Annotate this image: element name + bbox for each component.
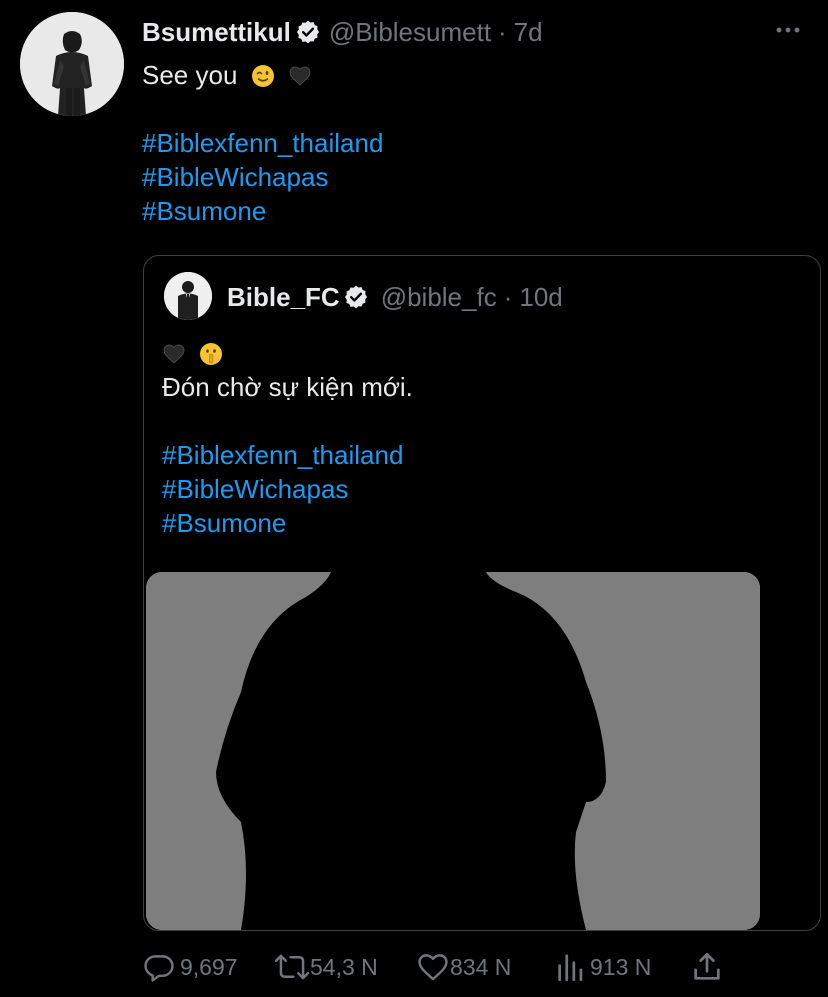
reply-button[interactable]: 9,697 — [142, 947, 238, 987]
quoted-author-handle[interactable]: @bible_fc — [381, 282, 497, 313]
avatar-photo — [164, 272, 212, 320]
hashtag-link[interactable]: #BibleWichapas — [142, 162, 328, 192]
author-avatar[interactable] — [20, 12, 124, 116]
retweet-button[interactable]: 54,3 N — [274, 947, 378, 987]
author-name[interactable]: Bsumettikul — [142, 17, 291, 48]
hashtag-link[interactable]: #Biblexfenn_thailand — [142, 128, 383, 158]
reply-count: 9,697 — [180, 953, 238, 980]
silhouette-photo — [146, 572, 760, 930]
quoted-tweet-header: Bible_FC @bible_fc · 10d — [227, 280, 563, 314]
reply-icon — [142, 950, 176, 984]
quoted-tweet-media[interactable] — [146, 572, 760, 930]
views-icon — [554, 950, 588, 984]
quoted-author-avatar[interactable] — [164, 272, 212, 320]
retweet-icon — [274, 950, 310, 984]
retweet-count: 54,3 N — [310, 953, 378, 980]
views-count: 913 N — [590, 953, 652, 980]
shushing-face-icon — [199, 340, 223, 365]
hashtag-link[interactable]: #Bsumone — [162, 508, 286, 538]
tweet-header: Bsumettikul @Biblesumett · 7d — [142, 14, 543, 50]
winking-face-icon — [251, 62, 275, 87]
hashtag-link[interactable]: #BibleWichapas — [162, 474, 348, 504]
hashtag-link[interactable]: #Bsumone — [142, 196, 266, 226]
like-icon — [416, 950, 450, 984]
separator-dot: · — [498, 16, 507, 47]
views-button[interactable]: 913 N — [554, 947, 651, 987]
tweet-text-line: See you — [142, 60, 238, 90]
verified-badge-icon — [295, 19, 321, 45]
hashtag-link[interactable]: #Biblexfenn_thailand — [162, 440, 403, 470]
share-icon — [690, 950, 724, 984]
tweet-timestamp[interactable]: 7d — [514, 17, 543, 48]
avatar-photo — [20, 12, 124, 116]
tweet-text: See you #Biblexfenn_thailand #BibleWicha… — [142, 58, 383, 228]
quoted-tweet-text-line: Đón chờ sự kiện mới. — [162, 372, 413, 402]
quoted-author-name[interactable]: Bible_FC — [227, 282, 340, 313]
share-button[interactable] — [690, 947, 724, 987]
black-heart-icon — [162, 340, 186, 364]
black-heart-icon — [288, 62, 312, 86]
author-handle[interactable]: @Biblesumett — [329, 17, 491, 48]
quoted-tweet[interactable]: Bible_FC @bible_fc · 10d Đón chờ sự kiện… — [143, 255, 821, 931]
verified-badge-icon — [343, 284, 369, 310]
tweet-actions: 9,697 54,3 N 834 N 913 N — [142, 947, 782, 987]
tweet[interactable]: Bsumettikul @Biblesumett · 7d See you #B… — [0, 0, 828, 997]
quoted-tweet-timestamp[interactable]: 10d — [519, 282, 562, 313]
more-horizontal-icon[interactable] — [774, 18, 802, 42]
separator-dot: · — [503, 281, 513, 312]
like-button[interactable]: 834 N — [416, 947, 511, 987]
quoted-tweet-text: Đón chờ sự kiện mới. #Biblexfenn_thailan… — [162, 336, 413, 540]
like-count: 834 N — [450, 953, 512, 980]
